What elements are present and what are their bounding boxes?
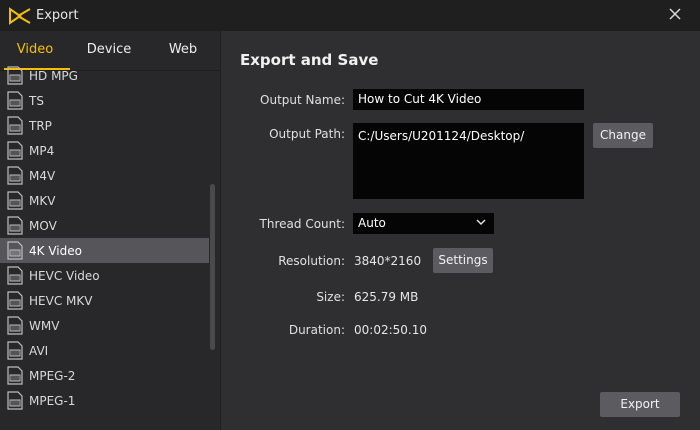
format-sidebar: Video Device Web HD MPG TS TRP MP4 M4V MKV MOV… <box>0 31 221 430</box>
format-label: MOV <box>29 218 57 233</box>
video-file-icon <box>7 241 23 260</box>
thread-count-value: Auto <box>358 216 386 230</box>
format-list-item[interactable]: MKV <box>0 188 209 213</box>
format-label: MPEG-2 <box>29 368 76 383</box>
thread-count-select[interactable]: Auto <box>353 213 494 234</box>
format-list-item[interactable]: MOV <box>0 213 209 238</box>
format-label: AVI <box>29 343 49 358</box>
format-list-item[interactable]: HD MPG <box>0 63 209 88</box>
size-label: Size: <box>316 290 345 304</box>
video-file-icon <box>7 266 23 285</box>
output-path-input[interactable]: C:/Users/U201124/Desktop/ <box>353 123 584 199</box>
format-label: M4V <box>29 168 56 183</box>
export-button[interactable]: Export <box>600 392 680 417</box>
close-icon[interactable] <box>666 5 684 23</box>
duration-label: Duration: <box>288 323 345 337</box>
format-list-item[interactable]: 4K Video <box>0 238 209 263</box>
video-file-icon <box>7 141 23 160</box>
format-list-item[interactable]: TS <box>0 88 209 113</box>
video-file-icon <box>7 166 23 185</box>
format-label: HD MPG <box>29 68 78 83</box>
change-button[interactable]: Change <box>593 123 653 148</box>
resolution-label: Resolution: <box>278 254 345 268</box>
format-label: TS <box>29 93 44 108</box>
resolution-value: 3840*2160 <box>354 254 422 268</box>
video-file-icon <box>7 216 23 235</box>
chevron-down-icon <box>476 219 486 225</box>
thread-count-label: Thread Count: <box>259 217 345 231</box>
video-file-icon <box>7 66 23 85</box>
format-list-item[interactable]: MPEG-1 <box>0 388 209 413</box>
size-value: 625.79 MB <box>354 290 419 304</box>
video-file-icon <box>7 116 23 135</box>
video-file-icon <box>7 191 23 210</box>
export-settings-panel: Export and Save Output Name: How to Cut … <box>221 31 700 430</box>
format-list-item[interactable]: M4V <box>0 163 209 188</box>
format-label: TRP <box>29 118 52 133</box>
app-logo-icon <box>9 6 31 25</box>
format-label: MP4 <box>29 143 55 158</box>
video-file-icon <box>7 91 23 110</box>
format-list-item[interactable]: HEVC Video <box>0 263 209 288</box>
export-dialog: Export Video Device Web HD MPG TS TRP MP4 M4… <box>0 0 700 430</box>
format-label: HEVC Video <box>29 268 100 283</box>
format-label: MPEG-1 <box>29 393 76 408</box>
video-file-icon <box>7 366 23 385</box>
format-list-item[interactable]: WMV <box>0 313 209 338</box>
format-list-item[interactable]: HEVC MKV <box>0 288 209 313</box>
format-label: WMV <box>29 318 60 333</box>
format-label: HEVC MKV <box>29 293 93 308</box>
title-bar: Export <box>0 0 700 31</box>
format-label: 4K Video <box>29 243 82 258</box>
format-label: MKV <box>29 193 56 208</box>
output-name-label: Output Name: <box>260 93 345 107</box>
format-list-item[interactable]: AVI <box>0 338 209 363</box>
format-list-item[interactable]: TRP <box>0 113 209 138</box>
video-file-icon <box>7 341 23 360</box>
panel-heading: Export and Save <box>240 51 379 69</box>
window-title: Export <box>36 8 79 23</box>
video-file-icon <box>7 316 23 335</box>
video-file-icon <box>7 291 23 310</box>
format-list-scrollbar[interactable] <box>210 184 215 350</box>
settings-button[interactable]: Settings <box>433 248 493 273</box>
format-list: HD MPG TS TRP MP4 M4V MKV MOV 4K Video HEVC Vide… <box>0 63 209 423</box>
format-list-item[interactable]: MPEG-2 <box>0 363 209 388</box>
video-file-icon <box>7 391 23 410</box>
duration-value: 00:02:50.10 <box>354 323 427 337</box>
format-list-item[interactable]: MP4 <box>0 138 209 163</box>
output-path-label: Output Path: <box>269 127 345 141</box>
output-name-input[interactable]: How to Cut 4K Video <box>353 89 584 110</box>
